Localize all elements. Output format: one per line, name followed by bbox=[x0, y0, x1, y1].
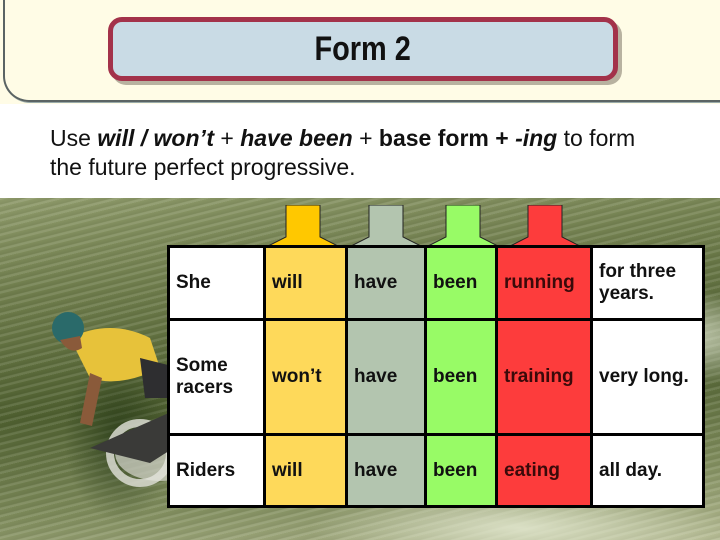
subject-cell: Riders bbox=[167, 433, 266, 508]
verb-ing-cell: eating bbox=[495, 433, 593, 508]
intro-use: Use bbox=[50, 125, 98, 151]
verb-ing-cell: training bbox=[495, 318, 593, 436]
complement-cell: all day. bbox=[590, 433, 705, 508]
been-cell: been bbox=[424, 245, 498, 321]
intro-plus-2: + bbox=[352, 125, 379, 151]
intro-ing: -ing bbox=[515, 125, 558, 151]
have-cell: have bbox=[345, 433, 427, 508]
modal-cell: will bbox=[263, 433, 348, 508]
intro-will-wont: will / won’t bbox=[97, 125, 214, 151]
intro-line-2: the future perfect progressive. bbox=[50, 154, 356, 180]
table-row: She will have been running for three yea… bbox=[167, 245, 705, 321]
table-row: Riders will have been eating all day. bbox=[167, 433, 705, 508]
subject-cell: She bbox=[167, 245, 266, 321]
title-box: Form 2 bbox=[108, 17, 618, 81]
subject-cell: Some racers bbox=[167, 318, 266, 436]
been-cell: been bbox=[424, 433, 498, 508]
intro-to-form: to form bbox=[557, 125, 636, 151]
intro-plus-1: + bbox=[213, 125, 241, 151]
modal-cell: will bbox=[263, 245, 348, 321]
complement-cell: very long. bbox=[590, 318, 705, 436]
complement-cell: for three years. bbox=[590, 245, 705, 321]
grammar-table: She will have been running for three yea… bbox=[167, 245, 705, 508]
been-cell: been bbox=[424, 318, 498, 436]
have-cell: have bbox=[345, 318, 427, 436]
intro-base-form: base form + bbox=[378, 125, 516, 151]
table-row: Some racers won’t have been training ver… bbox=[167, 318, 705, 436]
slide-title: Form 2 bbox=[314, 29, 412, 68]
modal-cell: won’t bbox=[263, 318, 348, 436]
have-cell: have bbox=[345, 245, 427, 321]
intro-have-been: have been bbox=[240, 125, 353, 151]
verb-ing-cell: running bbox=[495, 245, 593, 321]
intro-text: Use will / won’t + have been + base form… bbox=[50, 124, 690, 182]
